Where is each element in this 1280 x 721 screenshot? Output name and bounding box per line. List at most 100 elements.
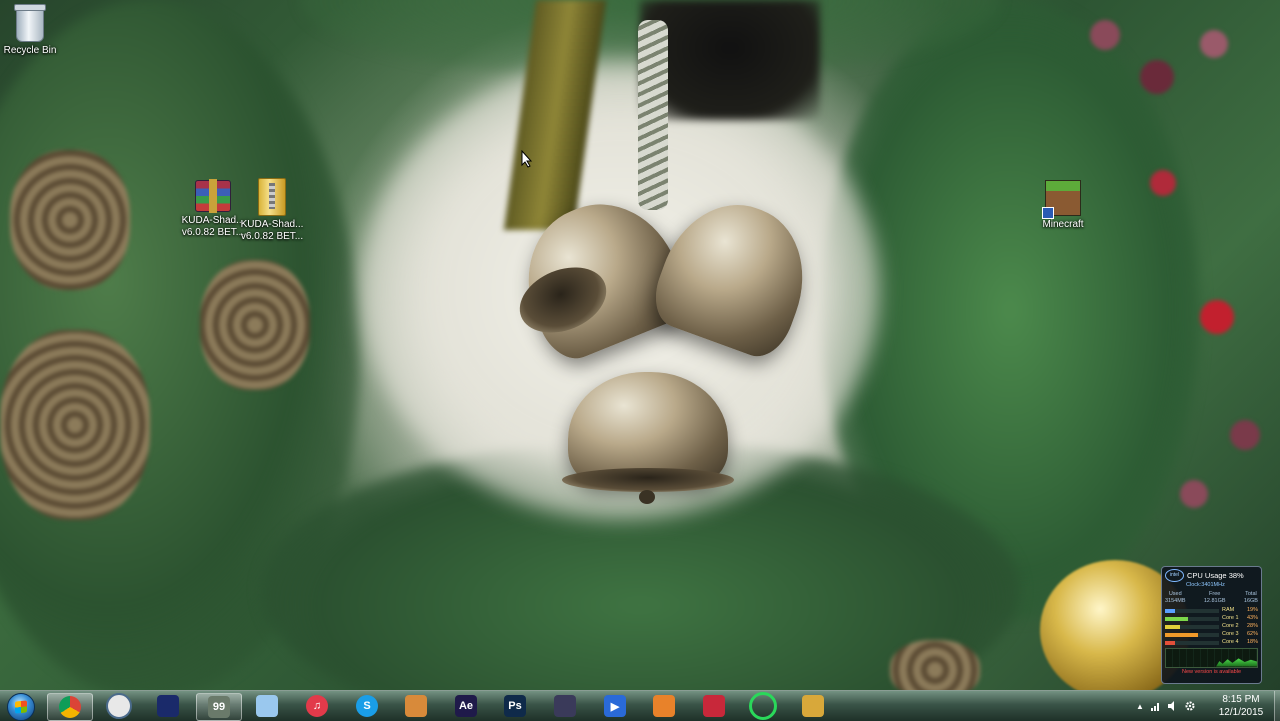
skype-icon: S [356,695,378,717]
taskbar-app-itunes[interactable]: ♫ [295,693,339,719]
taskbar-app-blender[interactable] [642,693,686,719]
cpu-row-value: 43% [1246,614,1258,621]
desktop-icon-label: Minecraft [1042,219,1084,230]
pinecone-1 [10,150,130,290]
taskbar-app-media-player[interactable]: ▶ [593,693,637,719]
system-tray: ▲ [1136,691,1195,721]
taskbar-app-clock[interactable] [97,693,141,719]
desktop-icon-label: Recycle Bin [3,45,57,56]
start-button[interactable] [4,692,38,721]
desktop-icon-label-line1: KUDA-Shad... [181,215,245,226]
taskbar-app-after-effects[interactable]: Ae [444,693,488,719]
itunes-icon: ♫ [306,695,328,717]
cpu-usage-rows: RAM 19% Core 1 43% Core 2 28% Core 3 62% Core 4 1… [1162,607,1261,647]
zip-folder-icon [258,178,286,216]
cpu-memory-table: Used 3154MB Free 12.81GB Total 16GB [1165,590,1258,605]
cpu-row-bar [1165,616,1219,621]
desktop-icon-kuda-shader-archive[interactable]: KUDA-Shad... v6.0.82 BET... [181,179,245,239]
recycle-bin-icon [14,4,46,42]
taskbar-app-notepad[interactable] [245,693,289,719]
cpu-usage-gadget[interactable]: intel CPU Usage 38% Clock:3401MHz Used 31… [1161,566,1262,684]
berry-4 [1150,170,1176,196]
cpu-row-bar [1165,632,1219,637]
cpu-gadget-header: intel CPU Usage 38% [1162,567,1261,582]
taskbar-app-monitor[interactable] [146,693,190,719]
volume-icon[interactable] [1167,701,1178,711]
taskbar-app-fruit[interactable] [791,693,835,719]
razer-icon [749,692,777,720]
berry-7 [1180,480,1208,508]
taskbar-app-photoshop[interactable]: Ps [493,693,537,719]
after-effects-icon: Ae [455,695,477,717]
chrome-icon [59,696,81,718]
photoshop-icon: Ps [504,695,526,717]
desktop-wallpaper [0,0,1280,690]
cpu-row-core-2: Core 2 28% [1162,623,1261,631]
desktop-icon-kuda-shader-folder[interactable]: KUDA-Shad... v6.0.82 BET... [240,178,304,243]
cpu-row-core-3: Core 3 62% [1162,631,1261,639]
bell-bottom-rim [562,468,734,492]
intel-logo-icon: intel [1165,569,1184,582]
cpu-row-bar [1165,624,1219,629]
cpu-row-bar-fill [1165,608,1176,613]
clock-time: 8:15 PM [1222,694,1260,705]
cpu-row-label: Core 4 [1222,638,1239,645]
cpu-row-value: 62% [1246,630,1258,637]
headset-icon [703,695,725,717]
berry-2 [1140,60,1174,94]
tray-overflow-chevron-icon[interactable]: ▲ [1136,702,1144,711]
cpu-clock-speed: Clock:3401MHz [1186,582,1225,588]
clock-date: 12/1/2015 [1218,707,1264,718]
monitor-icon [157,695,179,717]
network-signal-icon[interactable] [1150,701,1161,711]
berry-6 [1230,420,1260,450]
cpu-row-value: 18% [1246,638,1258,645]
pinecone-3 [0,330,150,520]
bell-clapper [639,490,655,504]
pineapple-icon [802,695,824,717]
cpu-row-label: RAM [1222,606,1235,613]
cpu-benchmark-icon: 99 [208,696,230,718]
pinecone-4 [890,640,980,690]
video-editor-icon [554,695,576,717]
cpu-row-label: Core 2 [1222,622,1239,629]
desktop-icon-minecraft[interactable]: Minecraft [1031,180,1095,231]
taskbar-app-benchmark[interactable]: 99 [196,693,242,721]
package-icon [405,695,427,717]
taskbar-app-skype[interactable]: S [345,693,389,719]
mouse-cursor-icon [521,150,533,168]
cpu-row-label: Core 1 [1222,614,1239,621]
rope [638,20,668,210]
windows-start-orb-icon [7,693,35,721]
blender-icon [653,695,675,717]
media-player-icon: ▶ [604,695,626,717]
clock-icon [106,693,132,719]
pinecone-2 [200,260,310,390]
settings-gear-icon[interactable] [1185,701,1195,711]
cpu-row-bar-fill [1165,616,1189,621]
cpu-row-value: 19% [1246,606,1258,613]
cpu-row-bar [1165,640,1219,645]
desktop-icon-label-line2: v6.0.82 BET... [240,231,304,242]
berry-5 [1200,300,1234,334]
cpu-row-bar [1165,608,1219,613]
cpu-row-bar-fill [1165,632,1199,637]
taskbar-app-razer[interactable] [741,692,785,720]
berry-3 [1200,30,1228,58]
cpu-gadget-update-link[interactable]: New version is available [1162,669,1261,677]
winrar-archive-icon [195,179,231,213]
cpu-row-label: Core 3 [1222,630,1239,637]
notepad-icon [256,695,278,717]
taskbar-app-headset[interactable] [692,693,736,719]
berry-1 [1090,20,1120,50]
cpu-row-bar-fill [1165,624,1181,629]
taskbar-app-video-editor[interactable] [543,693,587,719]
desktop-icon-label-line1: KUDA-Shad... [240,219,304,230]
cpu-row-bar-fill [1165,640,1175,645]
show-desktop-button[interactable] [1274,691,1280,721]
cpu-row-value: 28% [1246,622,1258,629]
taskbar-app-box[interactable] [394,693,438,719]
taskbar-app-chrome[interactable] [47,693,93,721]
taskbar-clock[interactable]: 8:15 PM 12/1/2015 [1209,693,1273,719]
desktop-icon-recycle-bin[interactable]: Recycle Bin [0,4,62,57]
